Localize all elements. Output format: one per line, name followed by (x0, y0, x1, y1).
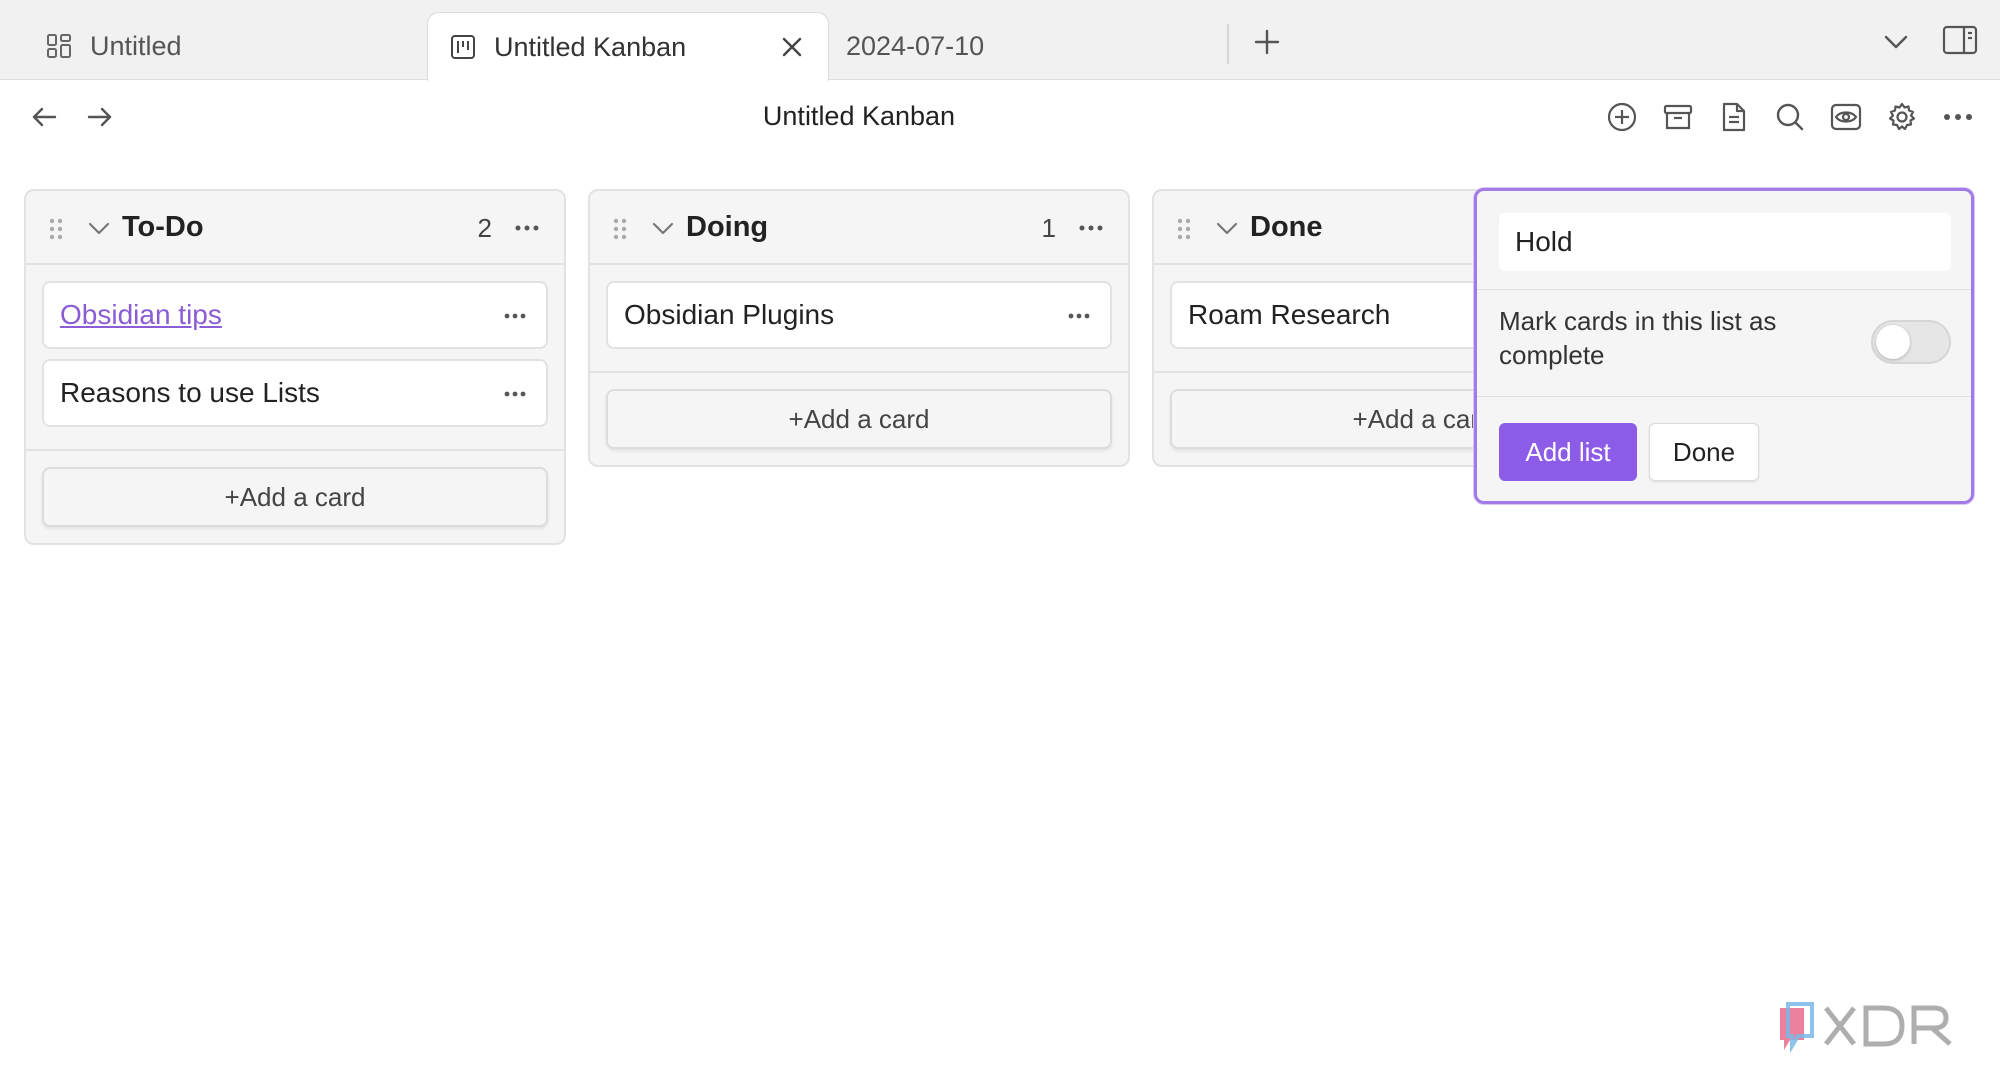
tab-label: Untitled (90, 30, 182, 61)
card-text: Obsidian Plugins (624, 299, 835, 330)
card-list: Obsidian tips Reasons to use Lists (26, 265, 564, 449)
kanban-icon (448, 32, 478, 62)
card-menu-button[interactable] (1064, 303, 1094, 329)
board-view-button[interactable] (1824, 95, 1868, 139)
done-button[interactable]: Done (1649, 423, 1759, 481)
tab-label: Untitled Kanban (494, 31, 687, 62)
sidebar-icon (1942, 25, 1978, 55)
add-card-button[interactable]: +Add a card (606, 389, 1112, 449)
card-text: Reasons to use Lists (60, 377, 320, 408)
sidebar-toggle-button[interactable] (1940, 20, 1980, 60)
tab-list-button[interactable] (1876, 24, 1916, 60)
lane-title[interactable]: To-Do (122, 211, 204, 244)
more-icon (1068, 313, 1090, 319)
archive-icon (1663, 104, 1693, 130)
tab-daily-note[interactable]: 2024-07-10 (846, 12, 1226, 80)
card[interactable]: Obsidian Plugins (606, 281, 1112, 349)
more-icon (1079, 225, 1103, 231)
more-icon (504, 313, 526, 319)
tab-untitled[interactable]: Untitled (44, 12, 424, 80)
card-text: Roam Research (1188, 299, 1391, 330)
chevron-down-icon (1884, 35, 1908, 49)
lane-menu-button[interactable] (1076, 213, 1106, 243)
toggle-knob (1876, 325, 1910, 359)
card-menu-button[interactable] (500, 381, 530, 407)
card-link[interactable]: Obsidian tips (60, 299, 222, 331)
more-icon (1944, 114, 1972, 120)
tab-bar: Untitled Untitled Kanban 2024-07-10 (0, 0, 2000, 81)
drag-handle-icon[interactable] (48, 217, 64, 241)
more-icon (504, 391, 526, 397)
open-as-markdown-button[interactable] (1712, 95, 1756, 139)
dashboard-icon (44, 31, 74, 61)
add-list-button[interactable] (1600, 95, 1644, 139)
lane-menu-button[interactable] (512, 213, 542, 243)
card-menu-button[interactable] (500, 303, 530, 329)
lane-footer: +Add a card (590, 371, 1128, 465)
tab-label: 2024-07-10 (846, 30, 985, 61)
drag-handle-icon[interactable] (1176, 217, 1192, 241)
chevron-down-icon[interactable] (650, 215, 676, 241)
archive-button[interactable] (1656, 95, 1700, 139)
close-icon[interactable] (776, 31, 808, 63)
add-icon (1607, 102, 1637, 132)
lane-header: Doing 1 (590, 191, 1128, 265)
lane-title[interactable]: Doing (686, 211, 768, 244)
add-list-submit-button[interactable]: Add list (1499, 423, 1637, 481)
lane-footer: +Add a card (26, 449, 564, 543)
lane-card-count: 1 (1041, 213, 1056, 243)
tab-divider (1227, 24, 1229, 64)
card-list: Obsidian Plugins (590, 265, 1128, 371)
plus-icon (1254, 29, 1280, 55)
new-tab-button[interactable] (1247, 22, 1287, 62)
more-icon (515, 225, 539, 231)
complete-toggle-label: Mark cards in this list as complete (1499, 306, 1777, 370)
xda-logo (1774, 998, 1970, 1060)
page-title[interactable]: Untitled Kanban (0, 101, 1718, 132)
chevron-down-icon[interactable] (86, 215, 112, 241)
complete-toggle-row: Mark cards in this list as complete (1477, 289, 1971, 397)
mark-complete-toggle[interactable] (1871, 320, 1951, 364)
gear-icon (1888, 102, 1916, 131)
card[interactable]: Obsidian tips (42, 281, 548, 349)
lane-title[interactable]: Done (1250, 211, 1323, 244)
document-icon (1722, 102, 1746, 132)
lane-card-count: 2 (477, 213, 492, 243)
view-header: Untitled Kanban (0, 81, 2000, 153)
view-actions (1600, 95, 1980, 139)
preview-icon (1830, 103, 1862, 131)
board-settings-button[interactable] (1880, 95, 1924, 139)
add-list-form: Mark cards in this list as complete Add … (1474, 188, 1974, 504)
list-title-input[interactable] (1499, 213, 1951, 271)
card[interactable]: Reasons to use Lists (42, 359, 548, 427)
drag-handle-icon[interactable] (612, 217, 628, 241)
tab-untitled-kanban[interactable]: Untitled Kanban (427, 12, 829, 81)
search-icon (1776, 103, 1804, 131)
lane-header: To-Do 2 (26, 191, 564, 265)
lane-to-do: To-Do 2 Obsidian tips Reasons to use Lis… (24, 189, 566, 545)
search-button[interactable] (1768, 95, 1812, 139)
add-card-button[interactable]: +Add a card (42, 467, 548, 527)
lane-doing: Doing 1 Obsidian Plugins +Add a card (588, 189, 1130, 467)
more-options-button[interactable] (1936, 95, 1980, 139)
chevron-down-icon[interactable] (1214, 215, 1240, 241)
